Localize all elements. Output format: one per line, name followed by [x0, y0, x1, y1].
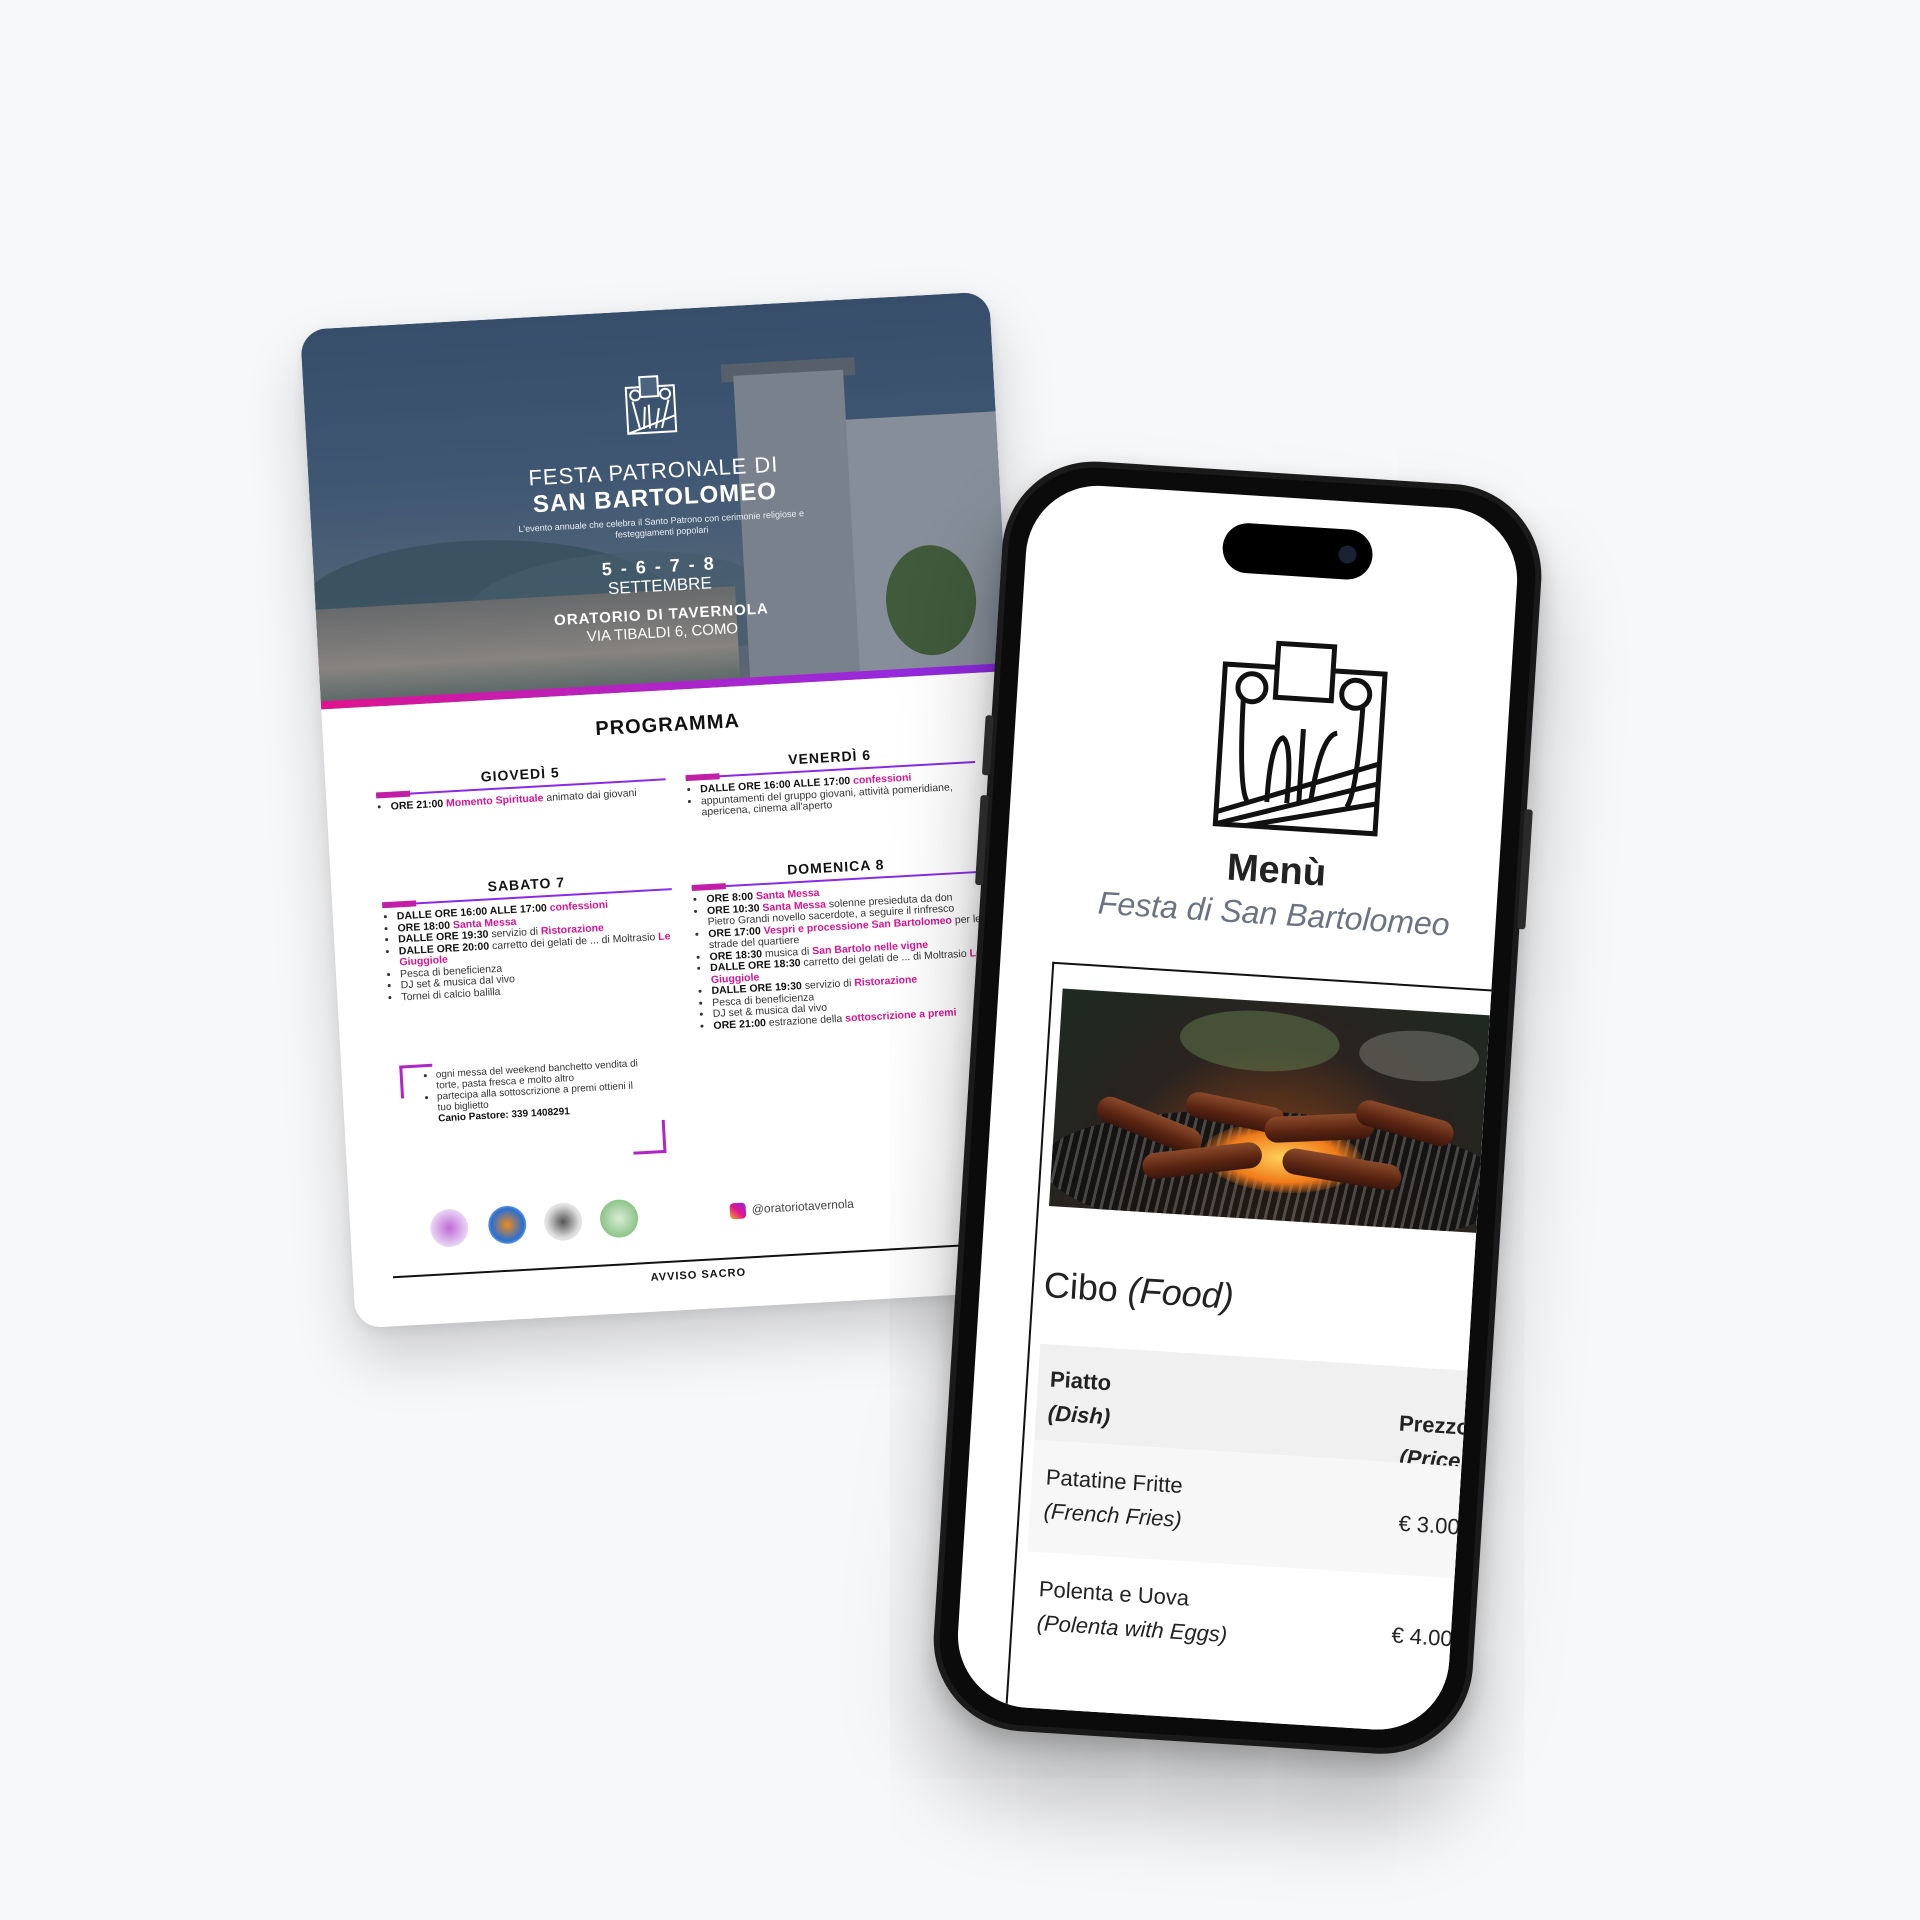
tavernola-logo-icon [429, 1208, 470, 1249]
sponsor-logos [429, 1198, 651, 1254]
phone-frame: Menù Festa di San Bartolomeo Cibo (Food) [928, 456, 1547, 1760]
schedule-item: ORE 21:00 Momento Spirituale animato dai… [390, 786, 666, 813]
day-schedule: ORE 8:00 Santa Messa ORE 10:30 Santa Mes… [692, 879, 989, 1033]
section-title: Cibo (Food) [1042, 1263, 1236, 1317]
day-schedule: DALLE ORE 16:00 ALLE 17:00 confessioni O… [383, 896, 678, 1004]
flyer-footer: AVVISO SACRO [650, 1266, 747, 1284]
smartphone: Menù Festa di San Bartolomeo Cibo (Food) [928, 456, 1547, 1760]
column-dish: Piatto (Dish) [1047, 1366, 1112, 1430]
noi-logo-icon [487, 1204, 528, 1245]
dish-price: € 3.00 [1397, 1510, 1461, 1540]
day-venerdi: VENERDÌ 6 DALLE ORE 16:00 ALLE 17:00 con… [684, 741, 977, 820]
day-sabato: SABATO 7 DALLE ORE 16:00 ALLE 17:00 conf… [381, 868, 677, 1004]
day-schedule: ORE 21:00 Momento Spirituale animato dai… [376, 786, 666, 814]
oratorio-logo-icon [1212, 640, 1388, 837]
event-flyer: FESTA PATRONALE DI SAN BARTOLOMEO L'even… [300, 291, 1045, 1329]
camera-icon [1337, 544, 1358, 565]
instagram-handle: @oratoriotavernola [729, 1196, 854, 1220]
menu-table: Piatto (Dish) Prezzo (Price) Patatine Frit… [1020, 1343, 1488, 1691]
lyre-logo-icon [543, 1201, 584, 1242]
flyer-hero-photo: FESTA PATRONALE DI SAN BARTOLOMEO L'even… [300, 291, 1011, 710]
phone-screen: Menù Festa di San Bartolomeo Cibo (Food) [953, 481, 1522, 1734]
dish-price: € 4.00 [1390, 1622, 1454, 1652]
menu-card: Cibo (Food) Piatto (Dish) Prezzo (Price) P… [1000, 961, 1522, 1734]
dish-name: Polenta e Uova (Polenta with Eggs) [1036, 1576, 1228, 1648]
instagram-icon [729, 1202, 747, 1220]
dish-name: Patatine Fritte (French Fries) [1043, 1464, 1184, 1532]
giuggiole-logo-icon [599, 1198, 640, 1239]
flyer-card: FESTA PATRONALE DI SAN BARTOLOMEO L'even… [300, 291, 1045, 1329]
oratorio-logo-icon [624, 375, 678, 435]
grilled-sausages-photo [1048, 988, 1508, 1235]
day-giovedi: GIOVEDÌ 5 ORE 21:00 Momento Spirituale a… [375, 758, 667, 814]
day-domenica: DOMENICA 8 ORE 8:00 Santa Messa ORE 10:3… [691, 851, 990, 1033]
flyer-note-box: ogni messa del weekend banchetto vendita… [399, 1058, 667, 1156]
dynamic-island [1221, 521, 1375, 582]
